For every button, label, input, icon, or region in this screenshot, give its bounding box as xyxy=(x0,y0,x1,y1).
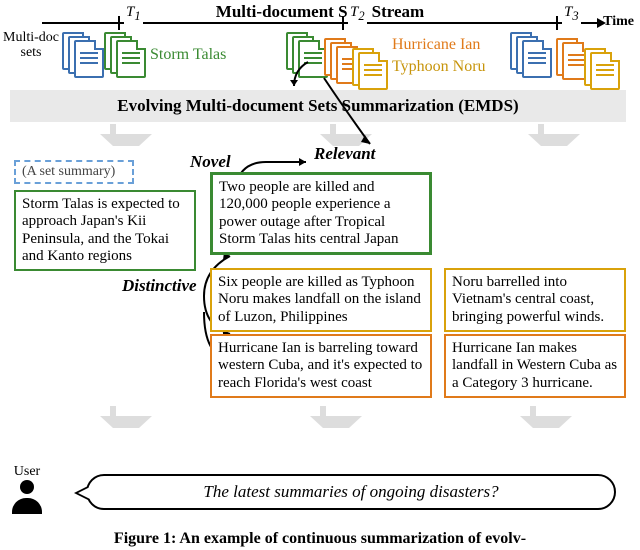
down-arrow-icon xyxy=(100,124,126,146)
multidoc-sets-label: Multi-docsets xyxy=(2,30,60,61)
user-block: User xyxy=(10,464,44,514)
doc-stack-t1-generic xyxy=(62,32,106,78)
doc-stack-t3-noru xyxy=(584,48,628,94)
topic-label-ian: Hurricane Ian xyxy=(392,36,480,54)
user-query-text: The latest summaries of ongoing disaster… xyxy=(203,482,498,502)
user-label: User xyxy=(10,464,44,480)
topic-label-talas: Storm Talas xyxy=(150,46,226,64)
tick-label-t3: T3 xyxy=(562,4,581,24)
summary-t3-noru: Noru barrelled into Vietnam's central co… xyxy=(444,268,626,332)
doc-stack-t1-talas xyxy=(104,32,148,78)
emds-bar: Evolving Multi-document Sets Summarizati… xyxy=(10,90,626,122)
summary-t1-talas: Storm Talas is expected to approach Japa… xyxy=(14,190,196,271)
down-arrow-icon xyxy=(520,406,546,428)
relation-relevant: Relevant xyxy=(314,144,375,164)
topic-label-noru: Typhoon Noru xyxy=(392,58,486,76)
doc-stack-t3-generic xyxy=(510,32,554,78)
down-arrow-icon xyxy=(528,124,554,146)
down-arrow-icon xyxy=(320,124,346,146)
stream-title: Multi-document Sets Stream xyxy=(0,2,640,22)
user-icon xyxy=(10,480,44,514)
tick-t2 xyxy=(342,16,344,30)
tick-t1 xyxy=(118,16,120,30)
tick-label-t2: T2 xyxy=(348,4,367,24)
summary-t3-ian: Hurricane Ian makes landfall in Western … xyxy=(444,334,626,398)
relation-novel: Novel xyxy=(190,152,231,172)
relation-distinctive: Distinctive xyxy=(122,276,197,296)
figure-caption: Figure 1: An example of continuous summa… xyxy=(0,530,640,548)
down-arrow-icon xyxy=(310,406,336,428)
user-query-speech: The latest summaries of ongoing disaster… xyxy=(86,474,616,510)
summary-t2-talas: Two people are killed and 120,000 people… xyxy=(210,172,432,255)
tick-t3 xyxy=(556,16,558,30)
summary-t2-noru: Six people are killed as Typhoon Noru ma… xyxy=(210,268,432,332)
summary-t2-ian: Hurricane Ian is barreling toward wester… xyxy=(210,334,432,398)
time-axis-label: Time xyxy=(603,14,634,30)
down-arrow-icon xyxy=(100,406,126,428)
set-summary-placeholder: (A set summary) xyxy=(14,160,134,184)
tick-label-t1: T1 xyxy=(124,4,143,24)
doc-stack-t2-noru xyxy=(352,48,396,94)
